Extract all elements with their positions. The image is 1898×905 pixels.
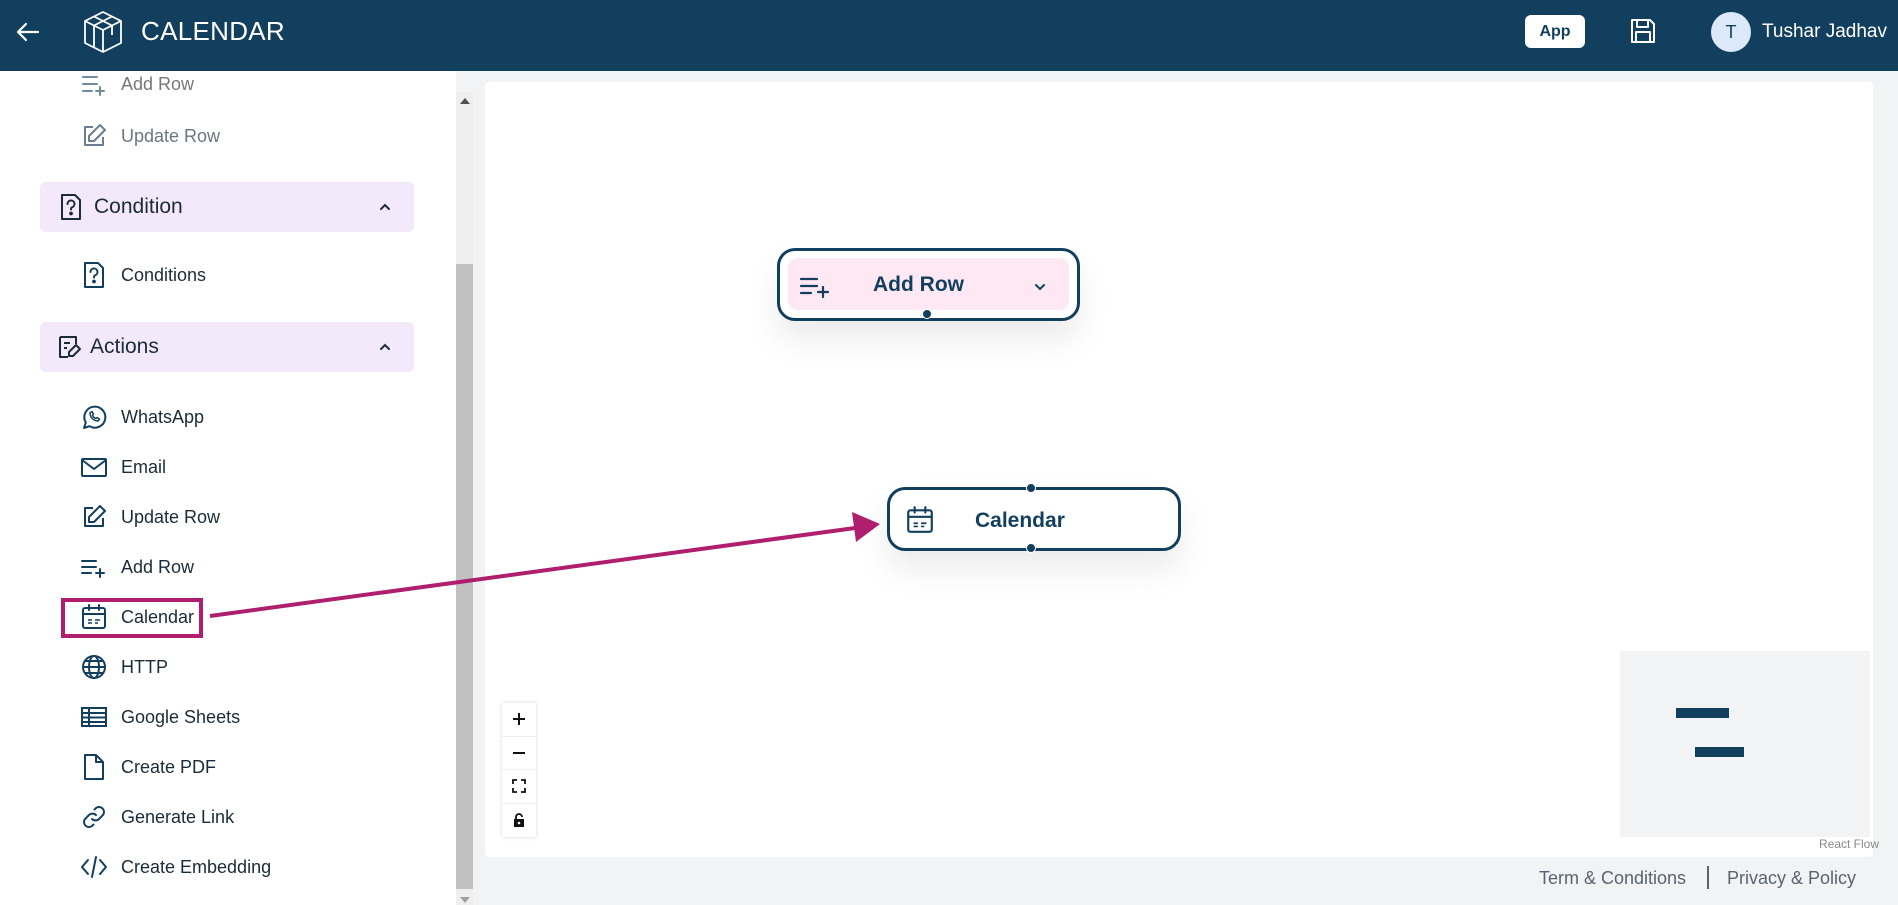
cube-logo-icon xyxy=(84,11,122,53)
sheet-icon xyxy=(81,707,107,727)
back-arrow-icon[interactable] xyxy=(12,16,44,48)
sidebar-item-update-row-top[interactable]: Update Row xyxy=(80,119,220,153)
code-icon xyxy=(81,856,107,878)
node-source-handle[interactable] xyxy=(922,309,932,319)
sidebar-item-create-embedding[interactable]: Create Embedding xyxy=(80,850,271,884)
sidebar-item-label: WhatsApp xyxy=(121,406,205,427)
chevron-up-icon[interactable] xyxy=(377,199,393,215)
app-button[interactable]: App xyxy=(1525,15,1585,48)
sidebar-item-email[interactable]: Email xyxy=(80,450,166,484)
sidebar-item-whatsapp[interactable]: WhatsApp xyxy=(80,400,204,434)
top-bar: CALENDAR App T Tushar Jadhav xyxy=(0,0,1898,71)
privacy-link[interactable]: Privacy & Policy xyxy=(1727,868,1856,889)
question-icon xyxy=(84,262,104,288)
zoom-out-button[interactable] xyxy=(502,737,536,770)
edit-icon xyxy=(84,124,106,146)
sidebar-item-label: Email xyxy=(121,456,167,477)
user-name[interactable]: Tushar Jadhav xyxy=(1762,21,1887,43)
node-title: Calendar xyxy=(975,509,1065,532)
sidebar-item-label: Conditions xyxy=(121,264,207,285)
node-title: Add Row xyxy=(873,273,964,296)
add-row-icon xyxy=(82,76,105,96)
fit-view-icon xyxy=(512,779,526,794)
minimap-node xyxy=(1676,708,1729,718)
section-actions[interactable]: Actions xyxy=(40,322,414,372)
sidebar-item-label: Create Embedding xyxy=(121,856,272,877)
footer-divider xyxy=(1707,866,1709,889)
plus-icon xyxy=(513,713,525,726)
whatsapp-icon xyxy=(83,405,107,429)
sidebar-item-label: Update Row xyxy=(121,125,221,146)
edit-icon xyxy=(84,505,106,527)
react-flow-attribution[interactable]: React Flow xyxy=(1819,837,1879,851)
sidebar-item-update-row[interactable]: Update Row xyxy=(80,500,220,534)
terms-link[interactable]: Term & Conditions xyxy=(1539,868,1686,889)
node-target-handle[interactable] xyxy=(1026,483,1036,493)
lock-icon xyxy=(514,813,524,828)
globe-icon xyxy=(82,655,106,679)
zoom-in-button[interactable] xyxy=(502,703,536,737)
minimap[interactable] xyxy=(1620,651,1870,837)
section-title: Actions xyxy=(90,335,159,358)
sidebar-item-google-sheets[interactable]: Google Sheets xyxy=(80,700,240,734)
lock-button[interactable] xyxy=(502,804,536,838)
sidebar-item-label: Update Row xyxy=(121,506,221,527)
calendar-icon xyxy=(907,506,933,533)
app-title: CALENDAR xyxy=(141,16,285,46)
scroll-down-arrow-icon[interactable] xyxy=(460,897,470,903)
node-source-handle[interactable] xyxy=(1026,543,1036,553)
minus-icon xyxy=(513,751,525,754)
mail-icon xyxy=(81,458,107,477)
sidebar-item-label: Create PDF xyxy=(121,756,217,777)
section-title: Condition xyxy=(94,195,183,218)
add-row-icon xyxy=(799,277,830,299)
sidebar-item-http[interactable]: HTTP xyxy=(80,650,168,684)
add-row-icon xyxy=(81,560,105,578)
flow-controls xyxy=(502,703,536,837)
minimap-node xyxy=(1695,747,1744,757)
sidebar-item-label: HTTP xyxy=(121,656,168,677)
sidebar-item-label: Generate Link xyxy=(121,806,235,827)
sidebar-item-label: Google Sheets xyxy=(121,706,241,727)
sidebar-item-label: Add Row xyxy=(121,556,195,577)
sidebar-scrollbar-thumb[interactable] xyxy=(456,264,473,889)
chevron-down-icon[interactable] xyxy=(1032,279,1048,295)
question-icon xyxy=(61,194,81,220)
fit-view-button[interactable] xyxy=(502,770,536,804)
scroll-up-arrow-icon[interactable] xyxy=(460,98,470,104)
sidebar-item-add-row-top[interactable]: Add Row xyxy=(80,71,194,101)
sidebar-item-conditions[interactable]: Conditions xyxy=(80,258,206,292)
section-condition[interactable]: Condition xyxy=(40,182,414,232)
file-icon xyxy=(84,754,104,780)
flow-node-calendar[interactable]: Calendar xyxy=(887,483,1181,553)
sidebar-item-add-row[interactable]: Add Row xyxy=(80,550,194,584)
avatar[interactable]: T xyxy=(1711,12,1751,52)
sidebar-item-label: Add Row xyxy=(121,73,195,94)
flow-node-add-row[interactable]: Add Row xyxy=(777,248,1080,321)
actions-icon xyxy=(59,336,81,358)
sidebar-item-create-pdf[interactable]: Create PDF xyxy=(80,750,216,784)
link-icon xyxy=(83,806,105,828)
sidebar-item-generate-link[interactable]: Generate Link xyxy=(80,800,234,834)
chevron-up-icon[interactable] xyxy=(377,339,393,355)
save-icon[interactable] xyxy=(1628,16,1658,46)
sidebar: Add Row Update Row Condition Conditions … xyxy=(0,71,456,905)
annotation-highlight-box xyxy=(61,598,203,638)
